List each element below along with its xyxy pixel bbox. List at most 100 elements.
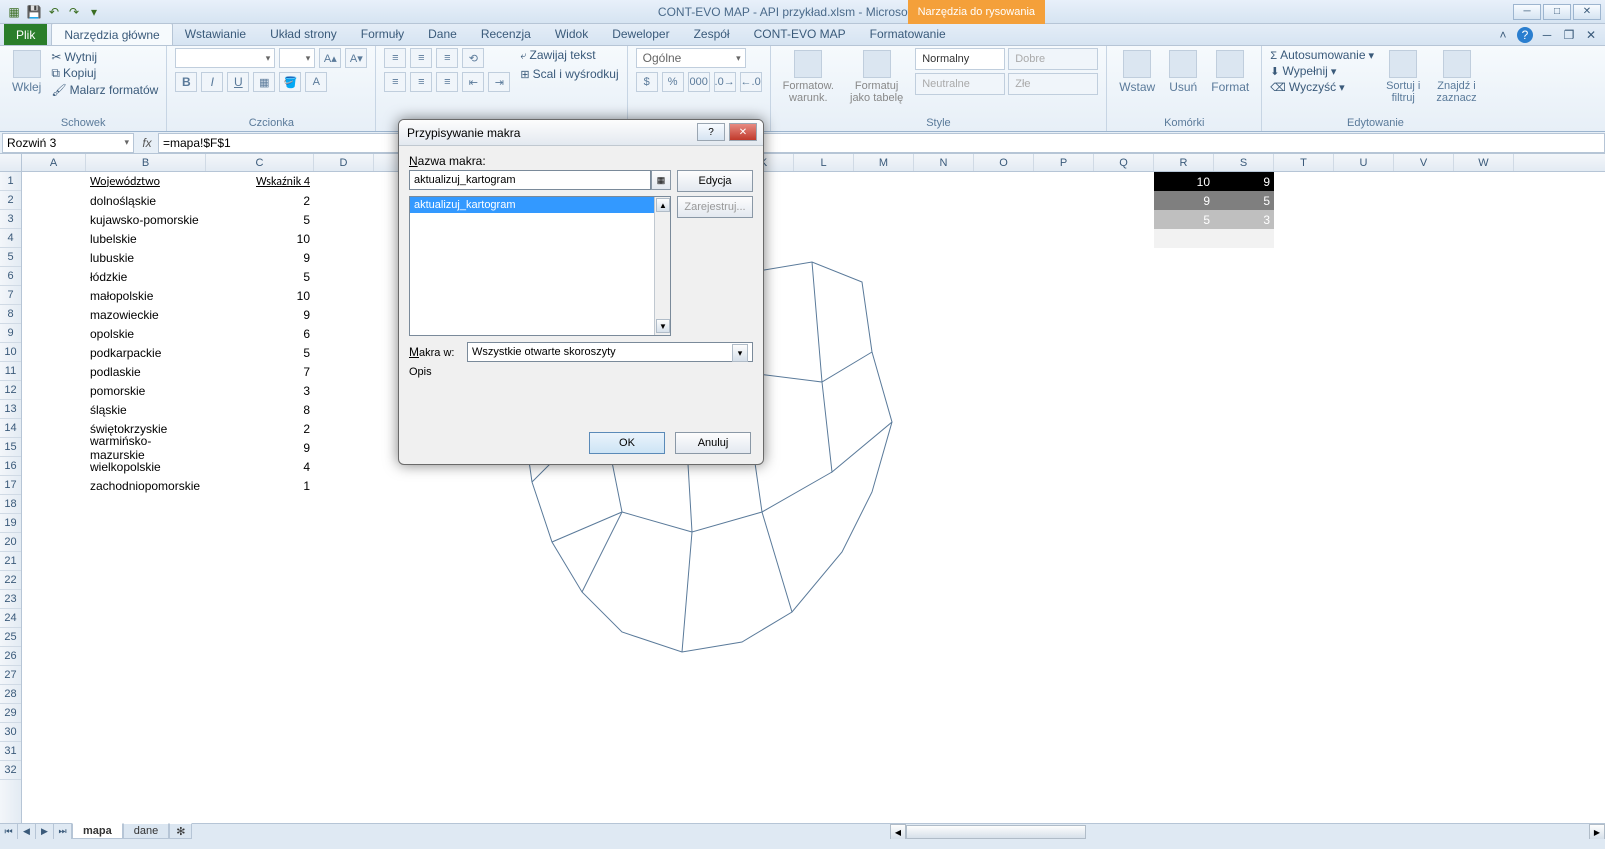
comma-button[interactable]: 000 [688, 72, 710, 92]
row-header-14[interactable]: 14 [0, 419, 21, 438]
scroll-right-button[interactable]: ▶ [1589, 824, 1605, 840]
legend-cell[interactable]: 5 [1214, 191, 1274, 210]
col-header-V[interactable]: V [1394, 154, 1454, 171]
merge-center-button[interactable]: ⊞ Scal i wyśrodkuj [520, 67, 618, 81]
row-header-10[interactable]: 10 [0, 343, 21, 362]
row-header-6[interactable]: 6 [0, 267, 21, 286]
row-header-11[interactable]: 11 [0, 362, 21, 381]
underline-button[interactable]: U [227, 72, 249, 92]
scroll-down-icon[interactable]: ▼ [656, 319, 670, 333]
row-header-2[interactable]: 2 [0, 191, 21, 210]
scroll-up-icon[interactable]: ▲ [656, 198, 670, 212]
cond-format-button[interactable]: Formatow. warunk. [779, 48, 838, 106]
col-header-P[interactable]: P [1034, 154, 1094, 171]
legend-cell[interactable] [1154, 229, 1214, 248]
cell-name[interactable]: opolskie [86, 324, 206, 343]
edit-macro-button[interactable]: Edycja [677, 170, 753, 192]
format-cells-button[interactable]: Format [1207, 48, 1253, 96]
redo-icon[interactable]: ↷ [66, 4, 82, 20]
cell-value[interactable]: 10 [206, 286, 314, 305]
cell-value[interactable]: 2 [206, 419, 314, 438]
cell-value[interactable]: 8 [206, 400, 314, 419]
italic-button[interactable]: I [201, 72, 223, 92]
row-header-25[interactable]: 25 [0, 628, 21, 647]
undo-icon[interactable]: ↶ [46, 4, 62, 20]
row-header-4[interactable]: 4 [0, 229, 21, 248]
list-scrollbar[interactable]: ▲ ▼ [654, 197, 670, 335]
cell-name[interactable]: lubelskie [86, 229, 206, 248]
cell-value[interactable]: 9 [206, 305, 314, 324]
help-icon[interactable]: ? [1517, 27, 1533, 43]
legend-cell[interactable] [1214, 229, 1274, 248]
insert-cells-button[interactable]: Wstaw [1115, 48, 1159, 96]
legend-cell[interactable]: 5 [1154, 210, 1214, 229]
horizontal-scrollbar[interactable]: ◀ ▶ [890, 823, 1605, 839]
delete-cells-button[interactable]: Usuń [1165, 48, 1201, 96]
align-right-button[interactable]: ≡ [436, 72, 458, 92]
ref-edit-button[interactable]: ▦ [651, 170, 671, 190]
tab-formatowanie[interactable]: Formatowanie [858, 23, 958, 45]
row-header-22[interactable]: 22 [0, 571, 21, 590]
col-header-Q[interactable]: Q [1094, 154, 1154, 171]
row-header-26[interactable]: 26 [0, 647, 21, 666]
cell-value[interactable]: 5 [206, 343, 314, 362]
ok-button[interactable]: OK [589, 432, 665, 454]
col-header-B[interactable]: B [86, 154, 206, 171]
tab-dane[interactable]: Dane [416, 23, 469, 45]
font-size-combo[interactable] [279, 48, 315, 68]
legend-cell[interactable]: 9 [1214, 172, 1274, 191]
row-header-18[interactable]: 18 [0, 495, 21, 514]
cell-name[interactable]: małopolskie [86, 286, 206, 305]
cell-name[interactable]: wielkopolskie [86, 457, 206, 476]
find-select-button[interactable]: Znajdź i zaznacz [1432, 48, 1480, 106]
style-good[interactable]: Dobre [1008, 48, 1098, 70]
worksheet-grid[interactable]: ABCDEFGHIJKLMNOPQRSTUVW 1234567891011121… [0, 154, 1605, 823]
header-wojewodztwo[interactable]: Województwo [86, 172, 206, 191]
cancel-button[interactable]: Anuluj [675, 432, 751, 454]
cell-value[interactable]: 4 [206, 457, 314, 476]
cell-name[interactable]: podlaskie [86, 362, 206, 381]
cell-value[interactable]: 9 [206, 248, 314, 267]
sheet-tab-dane[interactable]: dane [123, 823, 169, 839]
format-table-button[interactable]: Formatuj jako tabelę [846, 48, 907, 106]
indent-dec-button[interactable]: ⇤ [462, 72, 484, 92]
row-headers[interactable]: 1234567891011121314151617181920212223242… [0, 172, 22, 823]
row-header-9[interactable]: 9 [0, 324, 21, 343]
percent-button[interactable]: % [662, 72, 684, 92]
row-header-29[interactable]: 29 [0, 704, 21, 723]
record-macro-button[interactable]: Zarejestruj... [677, 196, 753, 218]
row-header-31[interactable]: 31 [0, 742, 21, 761]
cell-name[interactable]: śląskie [86, 400, 206, 419]
cell-value[interactable]: 1 [206, 476, 314, 495]
dec-decimal-button[interactable]: ←.0 [740, 72, 762, 92]
col-header-T[interactable]: T [1274, 154, 1334, 171]
align-bottom-button[interactable]: ≡ [436, 48, 458, 68]
col-header-N[interactable]: N [914, 154, 974, 171]
col-header-O[interactable]: O [974, 154, 1034, 171]
scroll-thumb[interactable] [906, 825, 1086, 839]
tab-deweloper[interactable]: Deweloper [600, 23, 681, 45]
currency-button[interactable]: $ [636, 72, 658, 92]
row-header-20[interactable]: 20 [0, 533, 21, 552]
cell-value[interactable]: 3 [206, 381, 314, 400]
format-painter-button[interactable]: 🖌 Malarz formatów [51, 83, 158, 97]
tab-narzędzia-główne[interactable]: Narzędzia główne [51, 23, 172, 45]
legend-cell[interactable]: 10 [1154, 172, 1214, 191]
fill-color-button[interactable]: 🪣 [279, 72, 301, 92]
paste-button[interactable]: Wklej [8, 48, 45, 96]
formula-bar[interactable]: =mapa!$F$1 [158, 133, 1605, 153]
cell-value[interactable]: 9 [206, 438, 314, 457]
grow-font-button[interactable]: A▴ [319, 48, 341, 68]
cell-name[interactable]: warmińsko-mazurskie [86, 438, 206, 457]
sheet-nav-next[interactable]: ▶ [36, 824, 54, 840]
align-middle-button[interactable]: ≡ [410, 48, 432, 68]
autosum-button[interactable]: Σ Autosumowanie ▾ [1270, 48, 1374, 62]
legend-cell[interactable]: 9 [1154, 191, 1214, 210]
bold-button[interactable]: B [175, 72, 197, 92]
workbook-minimize-icon[interactable]: ─ [1539, 27, 1555, 43]
sheet-nav-prev[interactable]: ◀ [18, 824, 36, 840]
align-left-button[interactable]: ≡ [384, 72, 406, 92]
row-header-13[interactable]: 13 [0, 400, 21, 419]
align-top-button[interactable]: ≡ [384, 48, 406, 68]
cell-name[interactable]: mazowieckie [86, 305, 206, 324]
